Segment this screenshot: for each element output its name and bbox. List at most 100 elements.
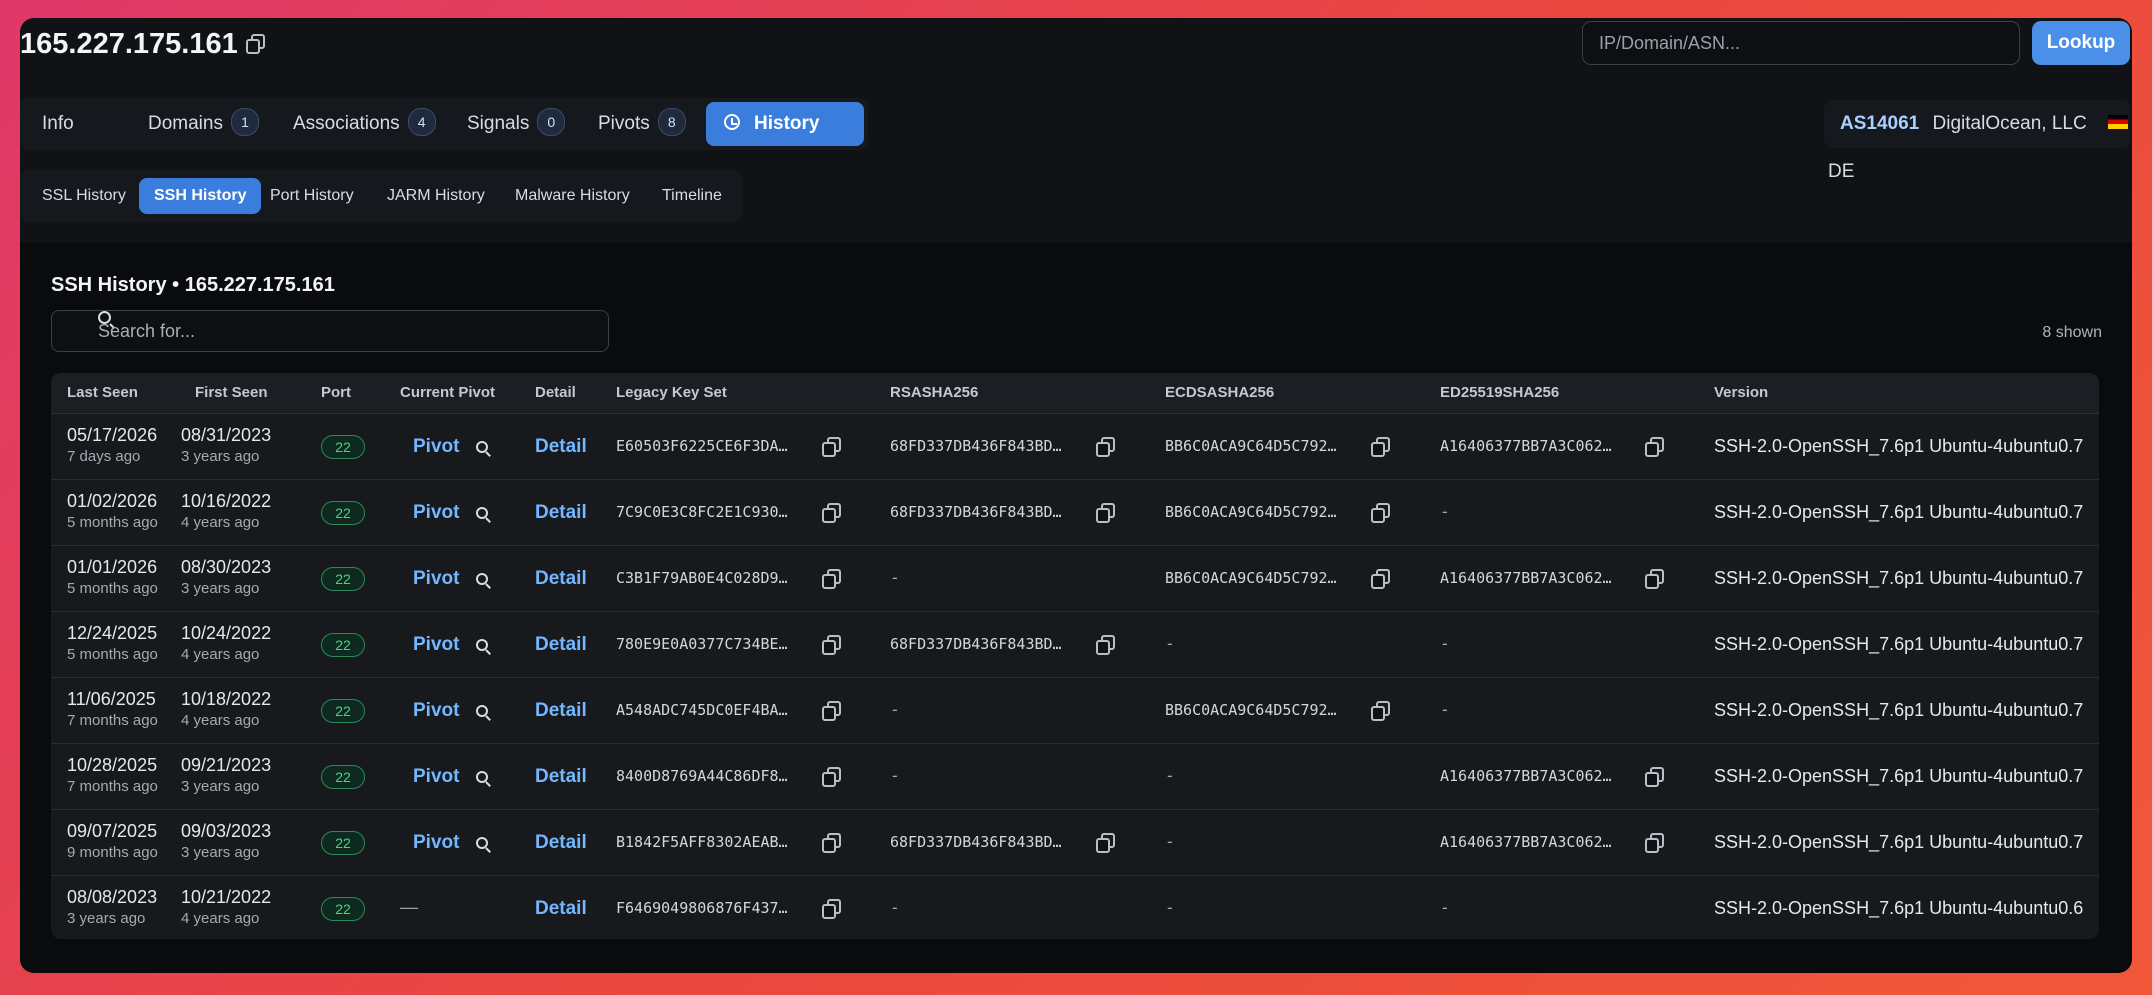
- ecdsa-hash[interactable]: BB6C0ACA9C64D5C792…: [1165, 503, 1337, 521]
- copy-icon[interactable]: [246, 34, 265, 54]
- first-seen-relative: 4 years ago: [181, 514, 260, 531]
- search-icon[interactable]: [475, 572, 490, 587]
- lookup-button[interactable]: Lookup: [2032, 21, 2130, 65]
- copy-icon[interactable]: [822, 569, 841, 589]
- detail-link[interactable]: Detail: [535, 436, 587, 457]
- detail-cell: Detail: [535, 700, 587, 722]
- tab-signals[interactable]: Signals 0: [467, 98, 566, 150]
- search-icon[interactable]: [475, 440, 490, 455]
- ecdsa-hash[interactable]: BB6C0ACA9C64D5C792…: [1165, 569, 1337, 587]
- pivot-link[interactable]: Pivot: [413, 436, 459, 457]
- pivot-link[interactable]: Pivot: [413, 502, 459, 523]
- copy-icon[interactable]: [1645, 569, 1664, 589]
- col-rsasha256[interactable]: RSASHA256: [890, 373, 978, 413]
- legacy-hash[interactable]: C3B1F79AB0E4C028D9…: [616, 569, 788, 587]
- col-legacy-key-set[interactable]: Legacy Key Set: [616, 373, 727, 413]
- tab-pivots[interactable]: Pivots 8: [598, 98, 686, 150]
- subtab-port-history[interactable]: Port History: [270, 178, 354, 214]
- pivot-link[interactable]: Pivot: [413, 766, 459, 787]
- col-current-pivot[interactable]: Current Pivot: [400, 373, 495, 413]
- copy-icon[interactable]: [1371, 569, 1390, 589]
- copy-icon[interactable]: [822, 437, 841, 457]
- pivot-link[interactable]: Pivot: [413, 832, 459, 853]
- col-port[interactable]: Port: [321, 373, 351, 413]
- copy-icon[interactable]: [822, 899, 841, 919]
- legacy-hash[interactable]: B1842F5AFF8302AEAB…: [616, 833, 788, 851]
- ed-hash[interactable]: A16406377BB7A3C062…: [1440, 767, 1612, 785]
- copy-icon[interactable]: [1096, 503, 1115, 523]
- port-cell: 22: [321, 699, 365, 723]
- tab-history[interactable]: History: [706, 102, 864, 146]
- col-ed25519sha256[interactable]: ED25519SHA256: [1440, 373, 1559, 413]
- legacy-hash[interactable]: 780E9E0A0377C734BE…: [616, 635, 788, 653]
- col-detail[interactable]: Detail: [535, 373, 576, 413]
- tab-info[interactable]: Info: [42, 98, 74, 150]
- first-seen-date: 10/24/2022: [181, 623, 272, 643]
- search-icon[interactable]: [475, 638, 490, 653]
- ssh-version: SSH-2.0-OpenSSH_7.6p1 Ubuntu-4ubuntu0.7: [1714, 700, 2084, 720]
- copy-icon[interactable]: [1096, 833, 1115, 853]
- col-first-seen[interactable]: First Seen: [195, 373, 268, 413]
- detail-link[interactable]: Detail: [535, 700, 587, 721]
- ed-hash[interactable]: A16406377BB7A3C062…: [1440, 833, 1612, 851]
- copy-icon[interactable]: [1371, 503, 1390, 523]
- rsa-hash[interactable]: 68FD337DB436F843BD…: [890, 503, 1062, 521]
- copy-icon[interactable]: [822, 833, 841, 853]
- detail-link[interactable]: Detail: [535, 568, 587, 589]
- detail-link[interactable]: Detail: [535, 832, 587, 853]
- rsa-hash[interactable]: 68FD337DB436F843BD…: [890, 437, 1062, 455]
- table-search-input[interactable]: Search for...: [51, 310, 609, 352]
- copy-icon[interactable]: [1096, 437, 1115, 457]
- col-ecdsasha256[interactable]: ECDSASHA256: [1165, 373, 1274, 413]
- pivot-link[interactable]: Pivot: [413, 568, 459, 589]
- detail-link[interactable]: Detail: [535, 898, 587, 919]
- last-seen-relative: 5 months ago: [67, 580, 158, 597]
- rsa-hash[interactable]: 68FD337DB436F843BD…: [890, 635, 1062, 653]
- copy-icon[interactable]: [822, 503, 841, 523]
- search-icon[interactable]: [475, 506, 490, 521]
- port-cell: 22: [321, 897, 365, 921]
- first-seen-date: 08/30/2023: [181, 557, 272, 577]
- search-icon[interactable]: [475, 770, 490, 785]
- ed-hash[interactable]: A16406377BB7A3C062…: [1440, 569, 1612, 587]
- lookup-input[interactable]: IP/Domain/ASN...: [1582, 21, 2020, 65]
- tab-domains[interactable]: Domains 1: [148, 98, 259, 150]
- detail-link[interactable]: Detail: [535, 766, 587, 787]
- last-seen-relative: 9 months ago: [67, 844, 158, 861]
- tab-associations[interactable]: Associations 4: [293, 98, 436, 150]
- pivot-link[interactable]: Pivot: [413, 700, 459, 721]
- subtab-ssh-history[interactable]: SSH History: [139, 178, 262, 214]
- copy-icon[interactable]: [1371, 701, 1390, 721]
- legacy-hash[interactable]: 7C9C0E3C8FC2E1C930…: [616, 503, 788, 521]
- legacy-hash[interactable]: E60503F6225CE6F3DA…: [616, 437, 788, 455]
- legacy-hash[interactable]: F6469049806876F437…: [616, 899, 788, 917]
- subtab-malware-history[interactable]: Malware History: [515, 178, 630, 214]
- copy-icon[interactable]: [822, 635, 841, 655]
- search-icon[interactable]: [475, 836, 490, 851]
- col-last-seen[interactable]: Last Seen: [67, 373, 138, 413]
- copy-icon[interactable]: [1096, 635, 1115, 655]
- subtab-timeline[interactable]: Timeline: [662, 178, 722, 214]
- asn-link[interactable]: AS14061: [1840, 113, 1919, 134]
- legacy-hash[interactable]: A548ADC745DC0EF4BA…: [616, 701, 788, 719]
- rsa-cell: -: [892, 898, 898, 918]
- subtab-ssl-history[interactable]: SSL History: [42, 178, 126, 214]
- rsa-hash[interactable]: 68FD337DB436F843BD…: [890, 833, 1062, 851]
- pivot-link[interactable]: Pivot: [413, 634, 459, 655]
- copy-icon[interactable]: [1645, 437, 1664, 457]
- subtab-jarm-history[interactable]: JARM History: [387, 178, 485, 214]
- ed-hash[interactable]: A16406377BB7A3C062…: [1440, 437, 1612, 455]
- legacy-hash[interactable]: 8400D8769A44C86DF8…: [616, 767, 788, 785]
- copy-icon[interactable]: [1645, 767, 1664, 787]
- copy-icon[interactable]: [822, 701, 841, 721]
- copy-icon[interactable]: [1371, 437, 1390, 457]
- col-version[interactable]: Version: [1714, 373, 1768, 413]
- detail-link[interactable]: Detail: [535, 502, 587, 523]
- detail-link[interactable]: Detail: [535, 634, 587, 655]
- search-icon[interactable]: [475, 704, 490, 719]
- ecdsa-hash[interactable]: BB6C0ACA9C64D5C792…: [1165, 701, 1337, 719]
- ecdsa-hash[interactable]: BB6C0ACA9C64D5C792…: [1165, 437, 1337, 455]
- last-seen-date: 12/24/2025: [67, 623, 158, 643]
- copy-icon[interactable]: [1645, 833, 1664, 853]
- copy-icon[interactable]: [822, 767, 841, 787]
